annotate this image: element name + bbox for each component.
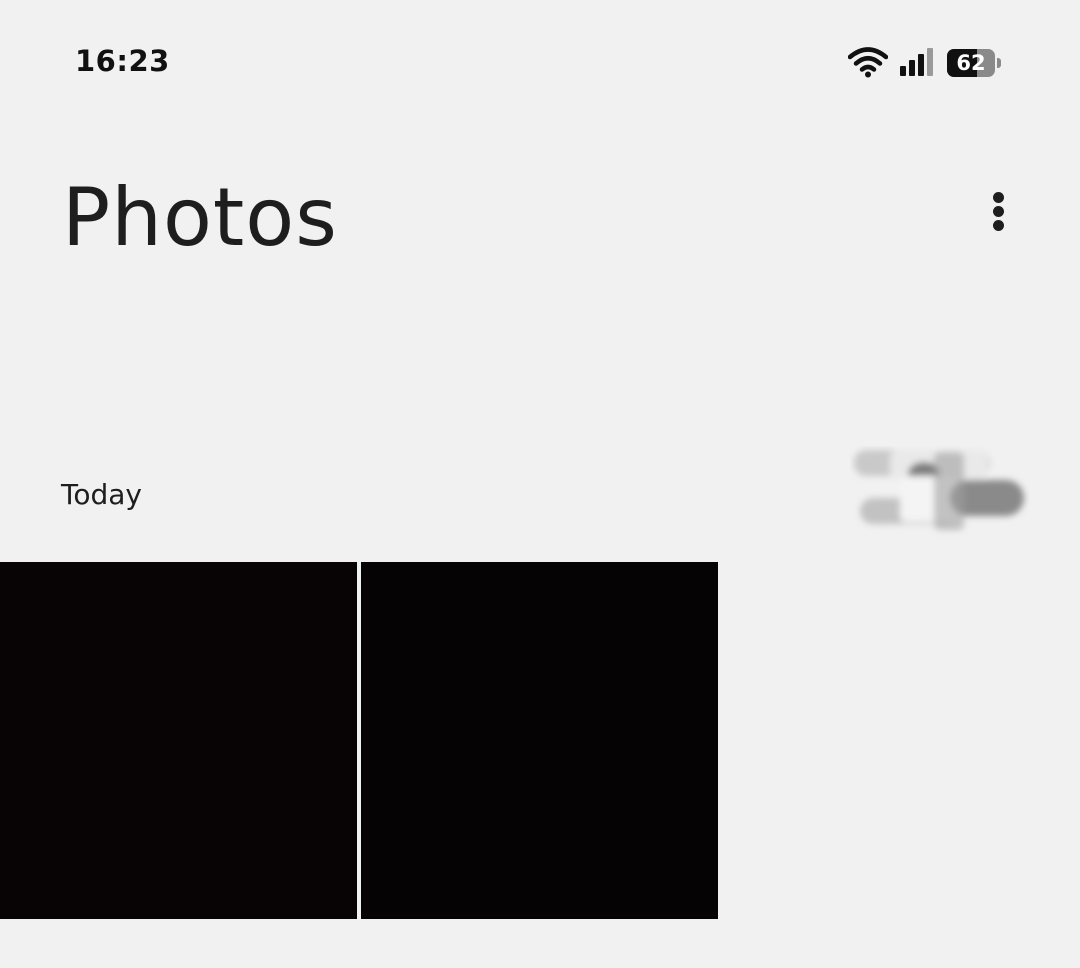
battery-level: 62 (956, 51, 986, 75)
battery-tip (997, 58, 1001, 68)
photo-grid (0, 562, 720, 919)
more-vert-icon (993, 192, 1004, 203)
more-vert-icon-dot (993, 206, 1004, 217)
status-time: 16:23 (75, 44, 170, 78)
status-bar: 16:23 62 (0, 0, 1080, 120)
cellular-signal-icon (900, 48, 933, 76)
photo-thumbnail[interactable] (0, 562, 357, 919)
page-title: Photos (62, 171, 338, 264)
more-options-button[interactable] (972, 182, 1024, 240)
section-label-today: Today (61, 478, 142, 511)
battery-body: 62 (947, 49, 995, 77)
photos-screen: 16:23 62 Photos Today (0, 0, 1080, 968)
blurred-toggle-icon[interactable] (850, 446, 1030, 538)
more-vert-icon-dot (993, 220, 1004, 231)
wifi-icon (848, 47, 888, 78)
battery-icon: 62 (947, 49, 1003, 79)
photo-thumbnail[interactable] (361, 562, 718, 919)
